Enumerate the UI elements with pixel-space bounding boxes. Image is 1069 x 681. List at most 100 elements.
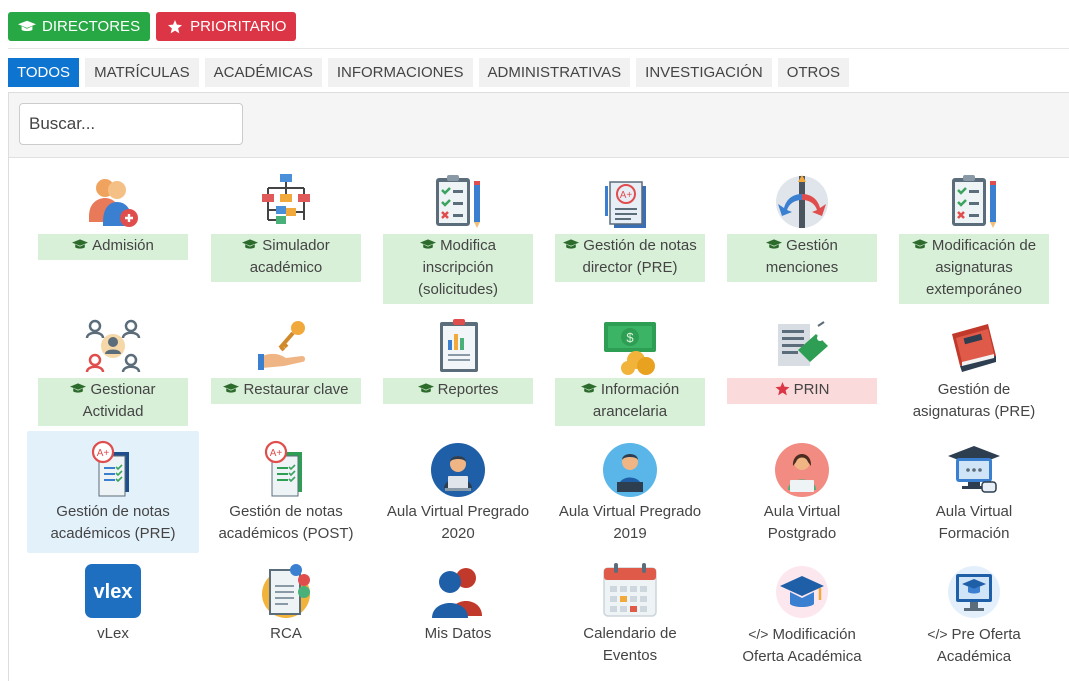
directions-icon bbox=[776, 175, 828, 228]
app-label: Aula Virtual Pregrado 2019 bbox=[558, 503, 702, 542]
app-modifica-inscripcion[interactable]: Modifica inscripción (solicitudes) bbox=[383, 172, 533, 304]
graduation-cap-icon bbox=[420, 239, 437, 249]
graduation-cap-icon bbox=[70, 383, 87, 393]
app-label: Pre Oferta Académica bbox=[936, 626, 1021, 665]
category-tabs: TODOS MATRÍCULAS ACADÉMICAS INFORMACIONE… bbox=[8, 58, 850, 87]
key-hand-icon bbox=[258, 321, 305, 370]
graduation-cap-icon bbox=[242, 239, 259, 249]
tab-otros[interactable]: OTROS bbox=[777, 58, 850, 87]
prioritario-badge[interactable]: PRIORITARIO bbox=[156, 12, 297, 41]
svg-text:A+: A+ bbox=[620, 190, 633, 201]
grade-document-icon: A+ bbox=[605, 181, 646, 228]
app-label: Calendario de Eventos bbox=[583, 625, 677, 664]
users-icon bbox=[432, 568, 482, 618]
app-calendario-eventos[interactable]: Calendario de Eventos bbox=[555, 560, 705, 670]
prioritario-label: PRIORITARIO bbox=[190, 18, 287, 35]
online-course-icon bbox=[948, 446, 1000, 493]
category-badges: DIRECTORES PRIORITARIO bbox=[8, 12, 297, 41]
graduation-cap-icon bbox=[580, 383, 597, 393]
graduation-cap-icon bbox=[911, 239, 928, 249]
document-tag-icon bbox=[778, 321, 828, 366]
calendar-icon bbox=[603, 563, 657, 617]
app-label: Gestión de notas director (PRE) bbox=[582, 237, 697, 276]
app-label: Reportes bbox=[437, 381, 499, 398]
app-gestion-notas-director[interactable]: A+ Gestión de notas director (PRE) bbox=[555, 172, 705, 282]
graduation-cap-icon bbox=[417, 383, 434, 393]
code-icon: </> bbox=[927, 626, 948, 642]
app-pre-oferta-academica[interactable]: </> Pre Oferta Académica bbox=[899, 560, 1049, 671]
graduation-cap-icon bbox=[18, 20, 36, 31]
app-modificacion-oferta-academica[interactable]: </> Modificación Oferta Académica bbox=[727, 560, 877, 671]
app-label: Mis Datos bbox=[424, 625, 492, 642]
money-icon: $ bbox=[604, 322, 656, 375]
report-icon bbox=[440, 319, 478, 372]
app-simulador-academico[interactable]: Simulador académico bbox=[211, 172, 361, 282]
books-icon bbox=[952, 324, 996, 372]
grade-document-icon: A+ bbox=[91, 440, 129, 497]
app-label: Aula Virtual Postgrado bbox=[763, 503, 841, 542]
graduation-offer-icon bbox=[776, 566, 828, 618]
app-gestion-asignaturas[interactable]: Gestión de asignaturas (PRE) bbox=[899, 316, 1049, 426]
app-modificacion-asignaturas[interactable]: Modificación de asignaturas extemporáneo bbox=[899, 172, 1049, 304]
app-label: Gestión de asignaturas (PRE) bbox=[912, 381, 1036, 420]
svg-text:A+: A+ bbox=[97, 448, 110, 459]
app-aula-virtual-postgrado[interactable]: Aula Virtual Postgrado bbox=[727, 438, 877, 548]
tab-administrativas[interactable]: ADMINISTRATIVAS bbox=[478, 58, 631, 87]
app-label: RCA bbox=[270, 625, 302, 642]
tab-matriculas[interactable]: MATRÍCULAS bbox=[85, 58, 199, 87]
search-bar bbox=[9, 93, 1069, 158]
app-label: vLex bbox=[97, 625, 129, 642]
tab-academicas[interactable]: ACADÉMICAS bbox=[204, 58, 322, 87]
graduation-cap-icon bbox=[766, 239, 783, 249]
app-gestionar-actividad[interactable]: Gestionar Actividad bbox=[38, 316, 188, 426]
app-restaurar-clave[interactable]: Restaurar clave bbox=[211, 316, 361, 404]
divider bbox=[8, 48, 1069, 49]
app-admision[interactable]: Admisión bbox=[38, 172, 188, 260]
vlex-logo-icon: vlex bbox=[85, 564, 141, 618]
code-icon: </> bbox=[748, 626, 769, 642]
svg-text:$: $ bbox=[626, 330, 634, 345]
checklist-icon bbox=[952, 175, 996, 228]
app-aula-virtual-pregrado-2020[interactable]: Aula Virtual Pregrado 2020 bbox=[383, 438, 533, 548]
app-label: Restaurar clave bbox=[243, 381, 349, 398]
app-reportes[interactable]: Reportes bbox=[383, 316, 533, 404]
tab-investigacion[interactable]: INVESTIGACIÓN bbox=[636, 58, 772, 87]
star-icon bbox=[775, 382, 790, 396]
tab-informaciones[interactable]: INFORMACIONES bbox=[327, 58, 473, 87]
app-mis-datos[interactable]: Mis Datos bbox=[383, 560, 533, 648]
app-aula-virtual-formacion[interactable]: Aula Virtual Formación bbox=[899, 438, 1049, 548]
app-gestion-notas-academicos-post[interactable]: A+ Gestión de notas académicos (POST) bbox=[211, 438, 361, 548]
app-rca[interactable]: RCA bbox=[211, 560, 361, 648]
app-vlex[interactable]: vlex vLex bbox=[38, 560, 188, 648]
document-abc-icon bbox=[262, 564, 310, 618]
online-student-icon bbox=[603, 443, 657, 497]
app-label: Gestionar Actividad bbox=[82, 381, 156, 420]
online-student-icon bbox=[431, 443, 485, 497]
app-informacion-arancelaria[interactable]: $ Información arancelaria bbox=[555, 316, 705, 426]
app-label: Modificación de asignaturas extemporáneo bbox=[926, 237, 1037, 298]
star-icon bbox=[168, 19, 183, 33]
app-label: Admisión bbox=[92, 237, 154, 254]
search-input[interactable] bbox=[19, 103, 243, 145]
grade-document-icon: A+ bbox=[264, 440, 302, 497]
directores-label: DIRECTORES bbox=[42, 18, 141, 35]
app-aula-virtual-pregrado-2019[interactable]: Aula Virtual Pregrado 2019 bbox=[555, 438, 705, 548]
app-gestion-notas-academicos-pre[interactable]: A+ Gestión de notas académicos (PRE) bbox=[38, 438, 188, 548]
app-gestion-menciones[interactable]: Gestión menciones bbox=[727, 172, 877, 282]
users-add-icon bbox=[89, 179, 138, 227]
app-label: Información arancelaria bbox=[592, 381, 680, 420]
tab-todos[interactable]: TODOS bbox=[8, 58, 80, 87]
online-student-icon bbox=[775, 443, 829, 497]
app-prin[interactable]: PRIN bbox=[727, 316, 877, 404]
graduation-cap-icon bbox=[72, 239, 89, 249]
graduation-screen-icon bbox=[948, 566, 1000, 618]
team-icon bbox=[85, 319, 141, 373]
app-label: Simulador académico bbox=[249, 237, 330, 276]
vlex-logo-text: vlex bbox=[94, 581, 133, 603]
app-label: Aula Virtual Formación bbox=[935, 503, 1013, 542]
app-label: PRIN bbox=[793, 381, 830, 398]
graduation-cap-icon bbox=[223, 383, 240, 393]
graduation-cap-icon bbox=[563, 239, 580, 249]
app-label: Gestión de notas académicos (PRE) bbox=[50, 503, 176, 542]
directores-badge[interactable]: DIRECTORES bbox=[8, 12, 151, 41]
